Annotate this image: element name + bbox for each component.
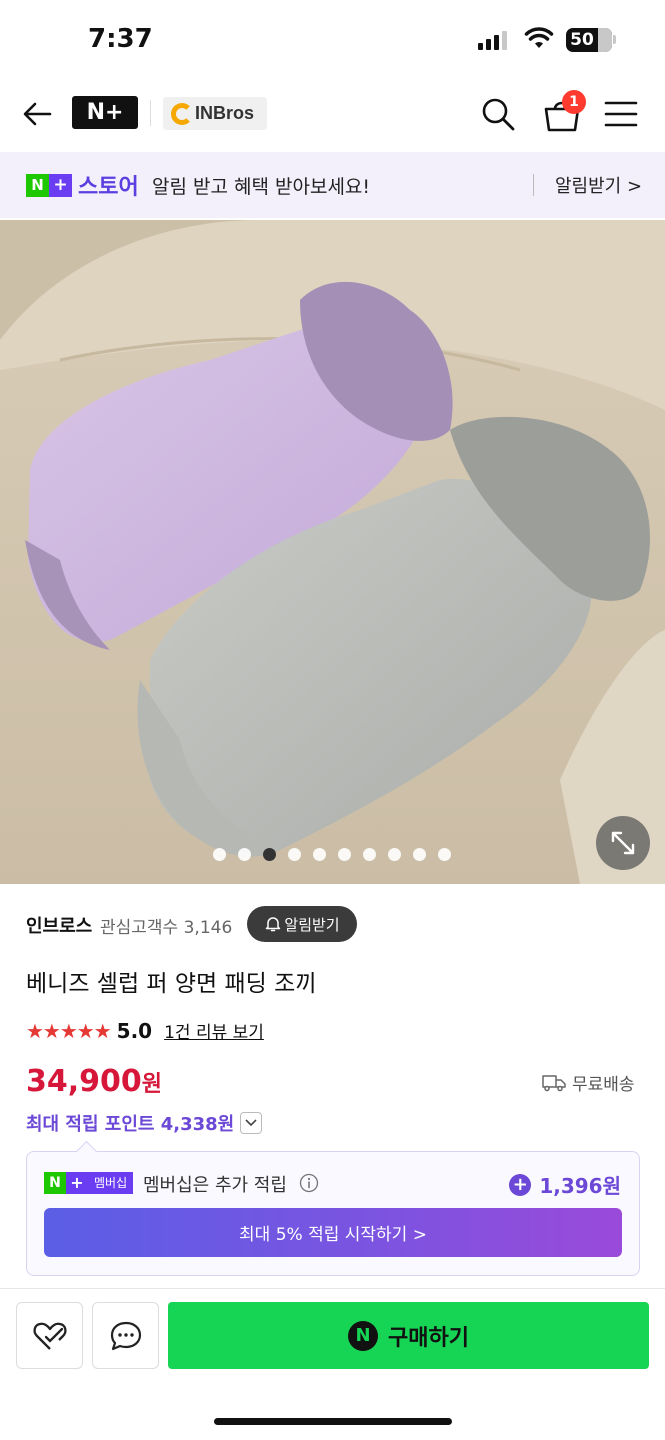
gallery-dot[interactable] (388, 848, 401, 861)
gallery-dot[interactable] (288, 848, 301, 861)
seller-name[interactable]: 인브로스 (26, 912, 92, 938)
status-time: 7:37 (88, 24, 153, 54)
gallery-dot[interactable] (313, 848, 326, 861)
cellular-signal-icon (478, 30, 507, 50)
store-notification-banner: N + 스토어 알림 받고 혜택 받아보세요! 알림받기 > (0, 152, 665, 218)
naver-pay-icon: N (348, 1320, 379, 1351)
wishlist-button[interactable] (16, 1302, 83, 1369)
cart-count-badge: 1 (562, 90, 586, 114)
gallery-dot-active[interactable] (263, 848, 276, 861)
menu-icon[interactable] (604, 100, 638, 128)
rating-score: 5.0 (116, 1018, 153, 1043)
brand-name: INBros (195, 103, 255, 123)
bottom-divider (0, 1288, 665, 1289)
logo-divider (150, 100, 151, 126)
seller-notify-button[interactable]: 알림받기 (247, 906, 357, 942)
search-icon[interactable] (480, 96, 516, 132)
review-link[interactable]: 1건 리뷰 보기 (164, 1018, 264, 1043)
gallery-dot[interactable] (438, 848, 451, 861)
chat-bubble-icon (110, 1321, 141, 1350)
gallery-pagination (213, 848, 451, 861)
membership-text: 멤버십은 추가 적립 (143, 1175, 287, 1196)
gallery-dot[interactable] (213, 848, 226, 861)
plus-circle-icon: + (509, 1173, 532, 1196)
product-price: 34,900원 (26, 1064, 162, 1099)
free-shipping: 무료배송 (542, 1070, 635, 1095)
brand-logo[interactable]: INBros (163, 97, 267, 130)
status-bar: 7:37 50 (0, 0, 665, 80)
price-value: 34,900 (26, 1064, 142, 1099)
product-title: 베니즈 셀럽 퍼 양면 패딩 조끼 (26, 971, 317, 997)
battery-level: 50 (570, 30, 594, 50)
max-points[interactable]: 최대 적립 포인트 4,338원 (26, 1110, 263, 1136)
naver-plus-store-badge: N + (26, 174, 72, 197)
chevron-down-icon[interactable] (240, 1112, 263, 1134)
expand-icon (611, 831, 635, 855)
gallery-dot[interactable] (338, 848, 351, 861)
logo-text: N+ (86, 100, 124, 125)
brand-mark-icon (171, 102, 193, 125)
wifi-icon (524, 27, 554, 48)
membership-cta-button[interactable]: 최대 5% 적립 시작하기 > (44, 1208, 622, 1257)
back-arrow-icon[interactable] (20, 96, 56, 132)
gallery-dot[interactable] (238, 848, 251, 861)
top-nav: N+ INBros (0, 80, 665, 150)
buy-button[interactable]: N 구매하기 (168, 1302, 649, 1369)
shipping-label: 무료배송 (572, 1075, 635, 1095)
rating-row: ★★★★★ 5.0 1건 리뷰 보기 (26, 1018, 264, 1044)
naver-plus-logo[interactable]: N+ (72, 96, 138, 129)
heart-check-icon (32, 1322, 67, 1350)
product-photo (0, 220, 665, 884)
membership-points-value: 1,396원 (539, 1174, 621, 1198)
store-word: 스토어 (78, 175, 139, 200)
max-points-label: 최대 적립 포인트 4,338원 (26, 1114, 235, 1135)
truck-icon (542, 1074, 566, 1091)
membership-points: + 1,396원 (509, 1170, 621, 1199)
talk-talk-button[interactable] (92, 1302, 159, 1369)
bell-plus-icon (266, 917, 281, 932)
rating-stars-icon: ★★★★★ (26, 1018, 112, 1043)
expand-image-button[interactable] (596, 816, 650, 870)
buy-label: 구매하기 (388, 1325, 469, 1351)
membership-card: N + 멤버십 멤버십은 추가 적립 + 1,396원 최대 5% 적립 시작하… (26, 1151, 640, 1276)
gallery-dot[interactable] (363, 848, 376, 861)
product-image[interactable] (0, 220, 665, 884)
store-message: 알림 받고 혜택 받아보세요! (152, 176, 371, 198)
store-notify-link[interactable]: 알림받기 > (555, 172, 642, 198)
home-indicator (214, 1418, 452, 1425)
notify-label: 알림받기 (284, 915, 340, 934)
membership-badge: N + 멤버십 (44, 1172, 134, 1194)
info-icon[interactable] (299, 1173, 319, 1193)
membership-badge-label: 멤버십 (88, 1172, 134, 1194)
seller-followers: 관심고객수 3,146 (100, 918, 233, 938)
gallery-dot[interactable] (413, 848, 426, 861)
price-unit: 원 (141, 1072, 163, 1097)
banner-divider (533, 174, 534, 196)
battery-icon: 50 (566, 28, 612, 52)
